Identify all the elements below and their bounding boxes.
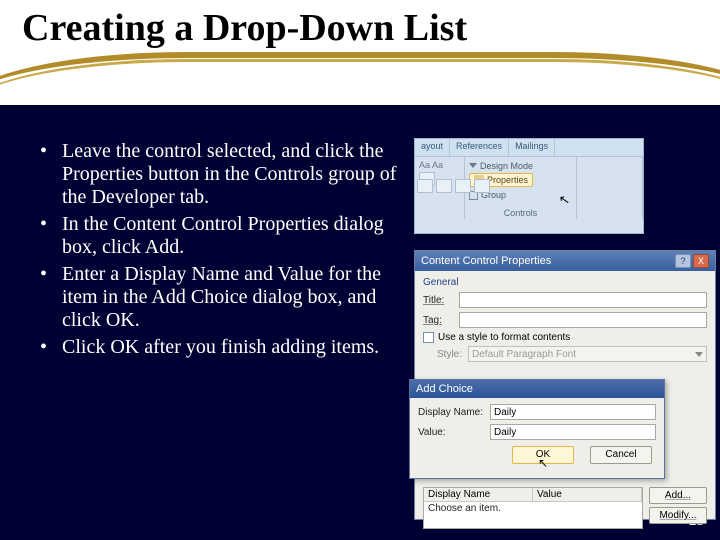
title-field-label: Title: (423, 295, 453, 306)
value-field[interactable] (490, 424, 656, 440)
ribbon-group (577, 157, 643, 219)
bullet-item: Enter a Display Name and Value for the i… (30, 263, 400, 332)
use-style-checkbox[interactable] (423, 332, 434, 343)
ribbon-group-label: Controls (465, 208, 576, 218)
help-button[interactable]: ? (675, 254, 691, 268)
add-choice-dialog: Add Choice Display Name: Value: OK Cance… (409, 379, 665, 479)
style-label: Style: (437, 349, 462, 360)
dialog-title: Content Control Properties (421, 255, 551, 267)
cursor-icon: ↖ (558, 191, 572, 209)
ribbon-mini-button[interactable] (455, 179, 471, 193)
ruler-icon (469, 163, 477, 168)
ribbon-tabs: ayout References Mailings (415, 139, 643, 157)
title-field[interactable] (459, 292, 707, 308)
display-name-label: Display Name: (418, 407, 484, 418)
design-mode-label: Design Mode (480, 161, 533, 171)
ribbon-screenshot: ayout References Mailings AaAa Design Mo… (414, 138, 644, 234)
bullet-item: Click OK after you finish adding items. (30, 336, 400, 359)
dropdown-list-area: Display Name Value Choose an item. Add..… (423, 487, 707, 529)
list-header-display: Display Name (424, 488, 533, 501)
style-value: Default Paragraph Font (472, 349, 576, 360)
ribbon-mini-button[interactable] (417, 179, 433, 193)
add-item-button[interactable]: Add... (649, 487, 707, 504)
slide-title: Creating a Drop-Down List (22, 6, 467, 50)
list-item[interactable]: Choose an item. (424, 502, 642, 515)
font-sample: Aa (432, 160, 443, 170)
bullet-item: Leave the control selected, and click th… (30, 140, 400, 209)
display-name-field[interactable] (490, 404, 656, 420)
close-button[interactable]: X (693, 254, 709, 268)
ribbon-mini-button[interactable] (436, 179, 452, 193)
ribbon-mini-button[interactable] (474, 179, 490, 193)
chevron-down-icon (695, 352, 703, 357)
general-section-label: General (423, 277, 707, 288)
design-mode-button[interactable]: Design Mode (469, 161, 533, 171)
cancel-button[interactable]: Cancel (590, 446, 652, 464)
properties-label: Properties (487, 175, 528, 185)
font-sample: Aa (419, 160, 430, 170)
add-choice-title: Add Choice (410, 380, 664, 398)
tab-references[interactable]: References (450, 139, 509, 156)
bullet-item: In the Content Control Properties dialog… (30, 213, 400, 259)
slide-body: Leave the control selected, and click th… (30, 140, 400, 363)
ribbon-group-controls: Design Mode Properties Group Controls ↖ (465, 157, 577, 219)
dialog-titlebar: Content Control Properties ? X (415, 251, 715, 271)
tab-mailings[interactable]: Mailings (509, 139, 555, 156)
cursor-icon: ↖ (538, 456, 548, 470)
tag-field-label: Tag: (423, 315, 453, 326)
tab-layout[interactable]: ayout (415, 139, 450, 156)
use-style-label: Use a style to format contents (438, 332, 570, 343)
dropdown-list[interactable]: Display Name Value Choose an item. (423, 487, 643, 529)
content-control-properties-dialog: Content Control Properties ? X General T… (414, 250, 716, 520)
modify-item-button[interactable]: Modify... (649, 507, 707, 524)
value-label: Value: (418, 427, 484, 438)
tag-field[interactable] (459, 312, 707, 328)
style-select[interactable]: Default Paragraph Font (468, 346, 707, 362)
list-header-value: Value (533, 488, 642, 501)
